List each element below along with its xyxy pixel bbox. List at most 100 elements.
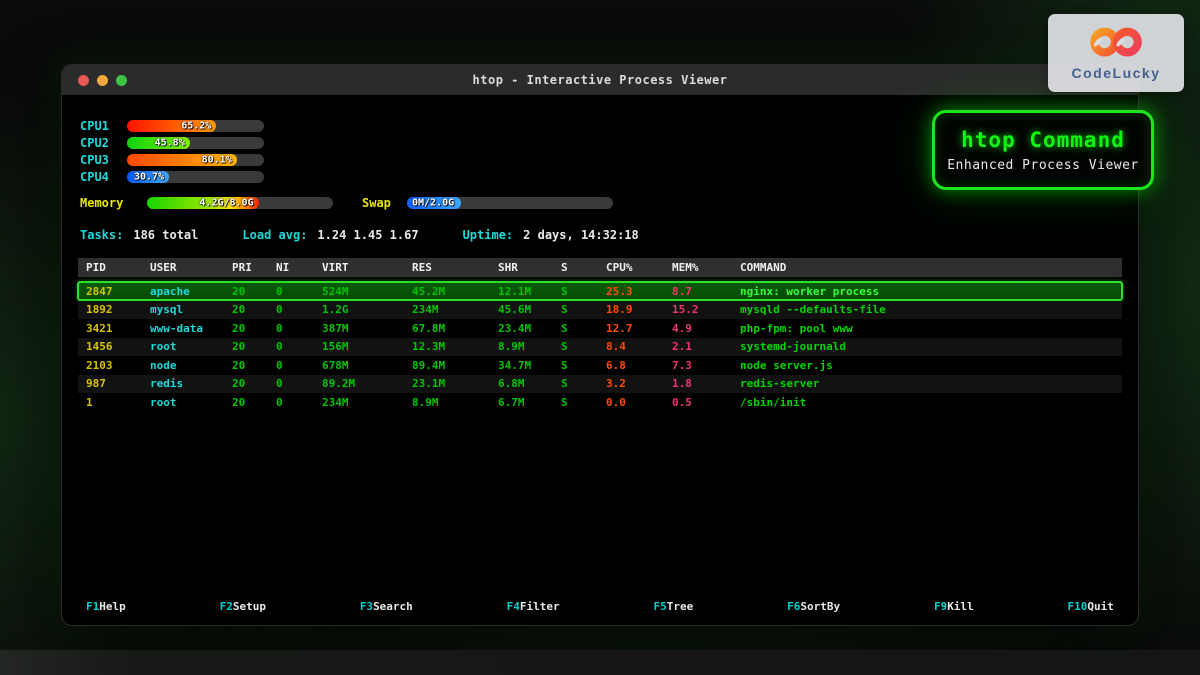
cell-shr: 45.6M <box>490 303 553 316</box>
cell-s: S <box>553 303 598 316</box>
column-header-shr[interactable]: SHR <box>490 261 553 274</box>
process-table: PIDUSERPRINIVIRTRESSHRSCPU%MEM%COMMAND 2… <box>78 258 1122 411</box>
memory-label: Memory <box>80 196 147 210</box>
cell-shr: 12.1M <box>490 285 553 298</box>
fkey-search[interactable]: F3Search <box>360 600 413 613</box>
process-table-body: 2847apache200524M45.2M12.1MS25.38.7nginx… <box>78 282 1122 411</box>
column-header-mem[interactable]: MEM% <box>664 261 732 274</box>
cpu-meter-fill: 80.1% <box>127 154 237 166</box>
process-row[interactable]: 1root200234M8.9M6.7MS0.00.5/sbin/init <box>78 393 1122 411</box>
swap-meter: 0M/2.0G <box>407 197 613 209</box>
cpu-meter-label: CPU2 <box>80 136 127 150</box>
cell-virt: 89.2M <box>314 377 404 390</box>
cell-cpu: 12.7 <box>598 322 664 335</box>
column-header-s[interactable]: S <box>553 261 598 274</box>
cpu-meter-label: CPU3 <box>80 153 127 167</box>
cell-virt: 387M <box>314 322 404 335</box>
cell-virt: 1.2G <box>314 303 404 316</box>
column-header-ni[interactable]: NI <box>268 261 314 274</box>
process-table-header: PIDUSERPRINIVIRTRESSHRSCPU%MEM%COMMAND <box>78 258 1122 277</box>
cell-mem: 1.8 <box>664 377 732 390</box>
cell-ni: 0 <box>268 340 314 353</box>
swap-label: Swap <box>362 196 407 210</box>
stat-group: Tasks: 186 total <box>80 228 198 244</box>
stat-value: 186 total <box>133 228 198 244</box>
column-header-res[interactable]: RES <box>404 261 490 274</box>
stat-label: Uptime: <box>463 228 514 244</box>
process-row[interactable]: 1892mysql2001.2G234M45.6MS18.915.2mysqld… <box>78 301 1122 319</box>
fkey-number: F4 <box>507 600 520 613</box>
topic-badge: htop Command Enhanced Process Viewer <box>932 110 1154 190</box>
cpu-meter-fill: 45.8% <box>127 137 190 149</box>
cell-virt: 524M <box>314 285 404 298</box>
process-row[interactable]: 2103node200678M89.4M34.7MS6.87.3node ser… <box>78 356 1122 374</box>
process-row[interactable]: 987redis20089.2M23.1M6.8MS3.21.8redis-se… <box>78 375 1122 393</box>
column-header-virt[interactable]: VIRT <box>314 261 404 274</box>
cell-pri: 20 <box>224 303 268 316</box>
cell-s: S <box>553 359 598 372</box>
fkey-label: Filter <box>520 600 560 613</box>
cpu-meter-label: CPU4 <box>80 170 127 184</box>
cell-shr: 23.4M <box>490 322 553 335</box>
stat-value: 1.24 1.45 1.67 <box>317 228 418 244</box>
column-header-pri[interactable]: PRI <box>224 261 268 274</box>
cell-res: 234M <box>404 303 490 316</box>
fkey-help[interactable]: F1Help <box>86 600 126 613</box>
cell-command: node server.js <box>732 359 1122 372</box>
fkey-kill[interactable]: F9Kill <box>934 600 974 613</box>
cell-pid: 2103 <box>78 359 142 372</box>
cell-pid: 3421 <box>78 322 142 335</box>
column-header-cpu[interactable]: CPU% <box>598 261 664 274</box>
cell-user: apache <box>142 285 224 298</box>
fkey-filter[interactable]: F4Filter <box>507 600 560 613</box>
column-header-user[interactable]: USER <box>142 261 224 274</box>
cell-cpu: 6.8 <box>598 359 664 372</box>
fkey-sortby[interactable]: F6SortBy <box>787 600 840 613</box>
fkey-setup[interactable]: F2Setup <box>220 600 266 613</box>
cell-user: redis <box>142 377 224 390</box>
swap-meter-value: 0M/2.0G <box>412 197 454 208</box>
cell-mem: 2.1 <box>664 340 732 353</box>
cell-user: root <box>142 340 224 353</box>
cell-pid: 1 <box>78 396 142 409</box>
cell-shr: 6.7M <box>490 396 553 409</box>
cell-command: nginx: worker process <box>732 285 1122 298</box>
cell-mem: 8.7 <box>664 285 732 298</box>
process-row[interactable]: 1456root200156M12.3M8.9MS8.42.1systemd-j… <box>78 338 1122 356</box>
column-header-pid[interactable]: PID <box>78 261 142 274</box>
cell-shr: 8.9M <box>490 340 553 353</box>
cell-command: mysqld --defaults-file <box>732 303 1122 316</box>
fkey-tree[interactable]: F5Tree <box>654 600 694 613</box>
stat-value: 2 days, 14:32:18 <box>523 228 639 244</box>
cpu-meter-value: 80.1% <box>202 154 232 165</box>
cell-command: /sbin/init <box>732 396 1122 409</box>
column-header-command[interactable]: COMMAND <box>732 261 1122 274</box>
cell-ni: 0 <box>268 285 314 298</box>
fkey-quit[interactable]: F10Quit <box>1068 600 1114 613</box>
cell-ni: 0 <box>268 396 314 409</box>
cell-pid: 1892 <box>78 303 142 316</box>
stat-group: Load avg:1.24 1.45 1.67 <box>242 228 418 244</box>
fkey-number: F3 <box>360 600 373 613</box>
cell-command: systemd-journald <box>732 340 1122 353</box>
cell-cpu: 0.0 <box>598 396 664 409</box>
cell-res: 45.2M <box>404 285 490 298</box>
cell-s: S <box>553 322 598 335</box>
fkey-number: F9 <box>934 600 947 613</box>
memory-meter-value: 4.2G/8.0G <box>199 197 253 208</box>
process-row[interactable]: 3421www-data200387M67.8M23.4MS12.74.9php… <box>78 319 1122 337</box>
fkey-label: SortBy <box>800 600 840 613</box>
fkey-number: F6 <box>787 600 800 613</box>
fkey-number: F10 <box>1068 600 1088 613</box>
stat-label: Tasks: <box>80 228 123 244</box>
stats-line: Tasks: 186 total Load avg:1.24 1.45 1.67 Up… <box>80 228 1120 244</box>
cell-shr: 34.7M <box>490 359 553 372</box>
cell-virt: 156M <box>314 340 404 353</box>
memory-meter-fill: 4.2G/8.0G <box>147 197 259 209</box>
cell-pri: 20 <box>224 340 268 353</box>
infinity-logo-icon <box>1083 25 1149 63</box>
cpu-meter-value: 65.2% <box>181 120 211 131</box>
process-row-selected[interactable]: 2847apache200524M45.2M12.1MS25.38.7nginx… <box>78 282 1122 300</box>
fkey-label: Setup <box>233 600 266 613</box>
cell-cpu: 18.9 <box>598 303 664 316</box>
